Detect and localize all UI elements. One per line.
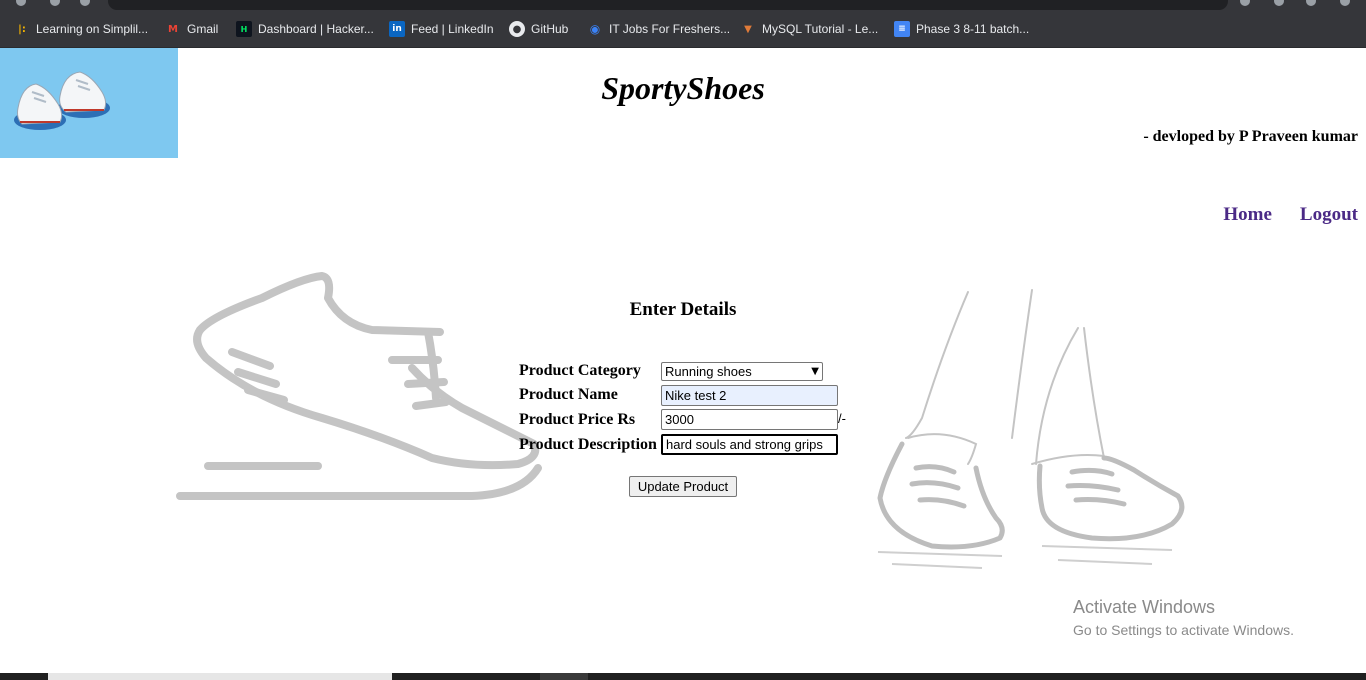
watermark-subtitle: Go to Settings to activate Windows.	[1073, 622, 1294, 638]
top-nav: Home Logout	[1223, 204, 1358, 226]
profile-avatar[interactable]	[1306, 0, 1316, 6]
logout-link[interactable]: Logout	[1300, 204, 1358, 226]
price-label: Product Price Rs	[519, 411, 636, 428]
category-select[interactable]: Running shoes ▼	[661, 362, 823, 381]
reload-icon[interactable]	[80, 0, 90, 6]
home-link[interactable]: Home	[1223, 204, 1272, 226]
bookmark-label: MySQL Tutorial - Le...	[762, 22, 879, 36]
form-title: Enter Details	[629, 299, 737, 320]
bookmark-label: IT Jobs For Freshers...	[609, 22, 731, 36]
developer-byline: - devloped by P Praveen kumar	[1143, 128, 1358, 145]
bookmark-label: Learning on Simplil...	[36, 22, 149, 36]
category-label: Product Category	[519, 362, 641, 379]
taskbar	[0, 673, 1366, 680]
gmail-icon: M	[168, 23, 178, 35]
bookmark-gmail[interactable]: M Gmail	[165, 19, 218, 39]
menu-icon[interactable]	[1340, 0, 1350, 6]
back-icon[interactable]	[16, 0, 26, 6]
hackerrank-icon: H	[236, 21, 252, 37]
name-label: Product Name	[519, 386, 618, 403]
jobs-icon: ◉	[589, 22, 601, 36]
price-suffix: /-	[838, 411, 846, 426]
bookmark-label: Feed | LinkedIn	[411, 22, 494, 36]
product-name-input[interactable]	[661, 385, 838, 406]
site-title: SportyShoes	[601, 70, 765, 106]
simplilearn-icon: |:	[18, 23, 26, 35]
docs-icon: ≡	[894, 21, 910, 37]
bookmark-linkedin[interactable]: in Feed | LinkedIn	[389, 19, 494, 39]
walking-legs-illustration	[877, 289, 1185, 569]
activate-windows-watermark: Activate Windows Go to Settings to activ…	[1073, 597, 1294, 638]
bookmark-github[interactable]: ● GitHub	[509, 19, 568, 39]
product-price-input[interactable]	[661, 409, 838, 430]
forward-icon[interactable]	[50, 0, 60, 6]
extensions-icon[interactable]	[1240, 0, 1250, 6]
description-label: Product Description	[519, 436, 657, 453]
bookmark-hackerrank[interactable]: H Dashboard | Hacker...	[236, 19, 374, 39]
address-bar[interactable]	[108, 0, 1228, 10]
linkedin-icon: in	[389, 21, 405, 37]
taskbar-search[interactable]	[48, 673, 392, 680]
chevron-down-icon: ▼	[811, 366, 819, 377]
product-description-input[interactable]	[661, 434, 838, 455]
bookmark-simplilearn[interactable]: |: Learning on Simplil...	[14, 19, 148, 39]
bookmark-mysql[interactable]: ▼ MySQL Tutorial - Le...	[740, 19, 878, 39]
browser-tab-strip	[0, 0, 1366, 10]
github-icon: ●	[509, 21, 525, 37]
bookmark-phase3[interactable]: ≡ Phase 3 8-11 batch...	[894, 19, 1029, 39]
taskbar-active-app[interactable]	[540, 673, 588, 680]
bookmark-label: GitHub	[531, 22, 569, 36]
bookmarks-bar: |: Learning on Simplil... M Gmail H Dash…	[0, 10, 1366, 48]
category-selected-value: Running shoes	[665, 364, 752, 379]
bookmark-label: Gmail	[187, 22, 219, 36]
window-icon[interactable]	[1274, 0, 1284, 6]
mysql-icon: ▼	[744, 23, 752, 35]
bookmark-label: Phase 3 8-11 batch...	[916, 22, 1030, 36]
bookmark-itjobs[interactable]: ◉ IT Jobs For Freshers...	[587, 19, 730, 39]
watermark-title: Activate Windows	[1073, 597, 1216, 617]
bookmark-label: Dashboard | Hacker...	[258, 22, 374, 36]
update-product-button[interactable]: Update Product	[629, 476, 737, 497]
